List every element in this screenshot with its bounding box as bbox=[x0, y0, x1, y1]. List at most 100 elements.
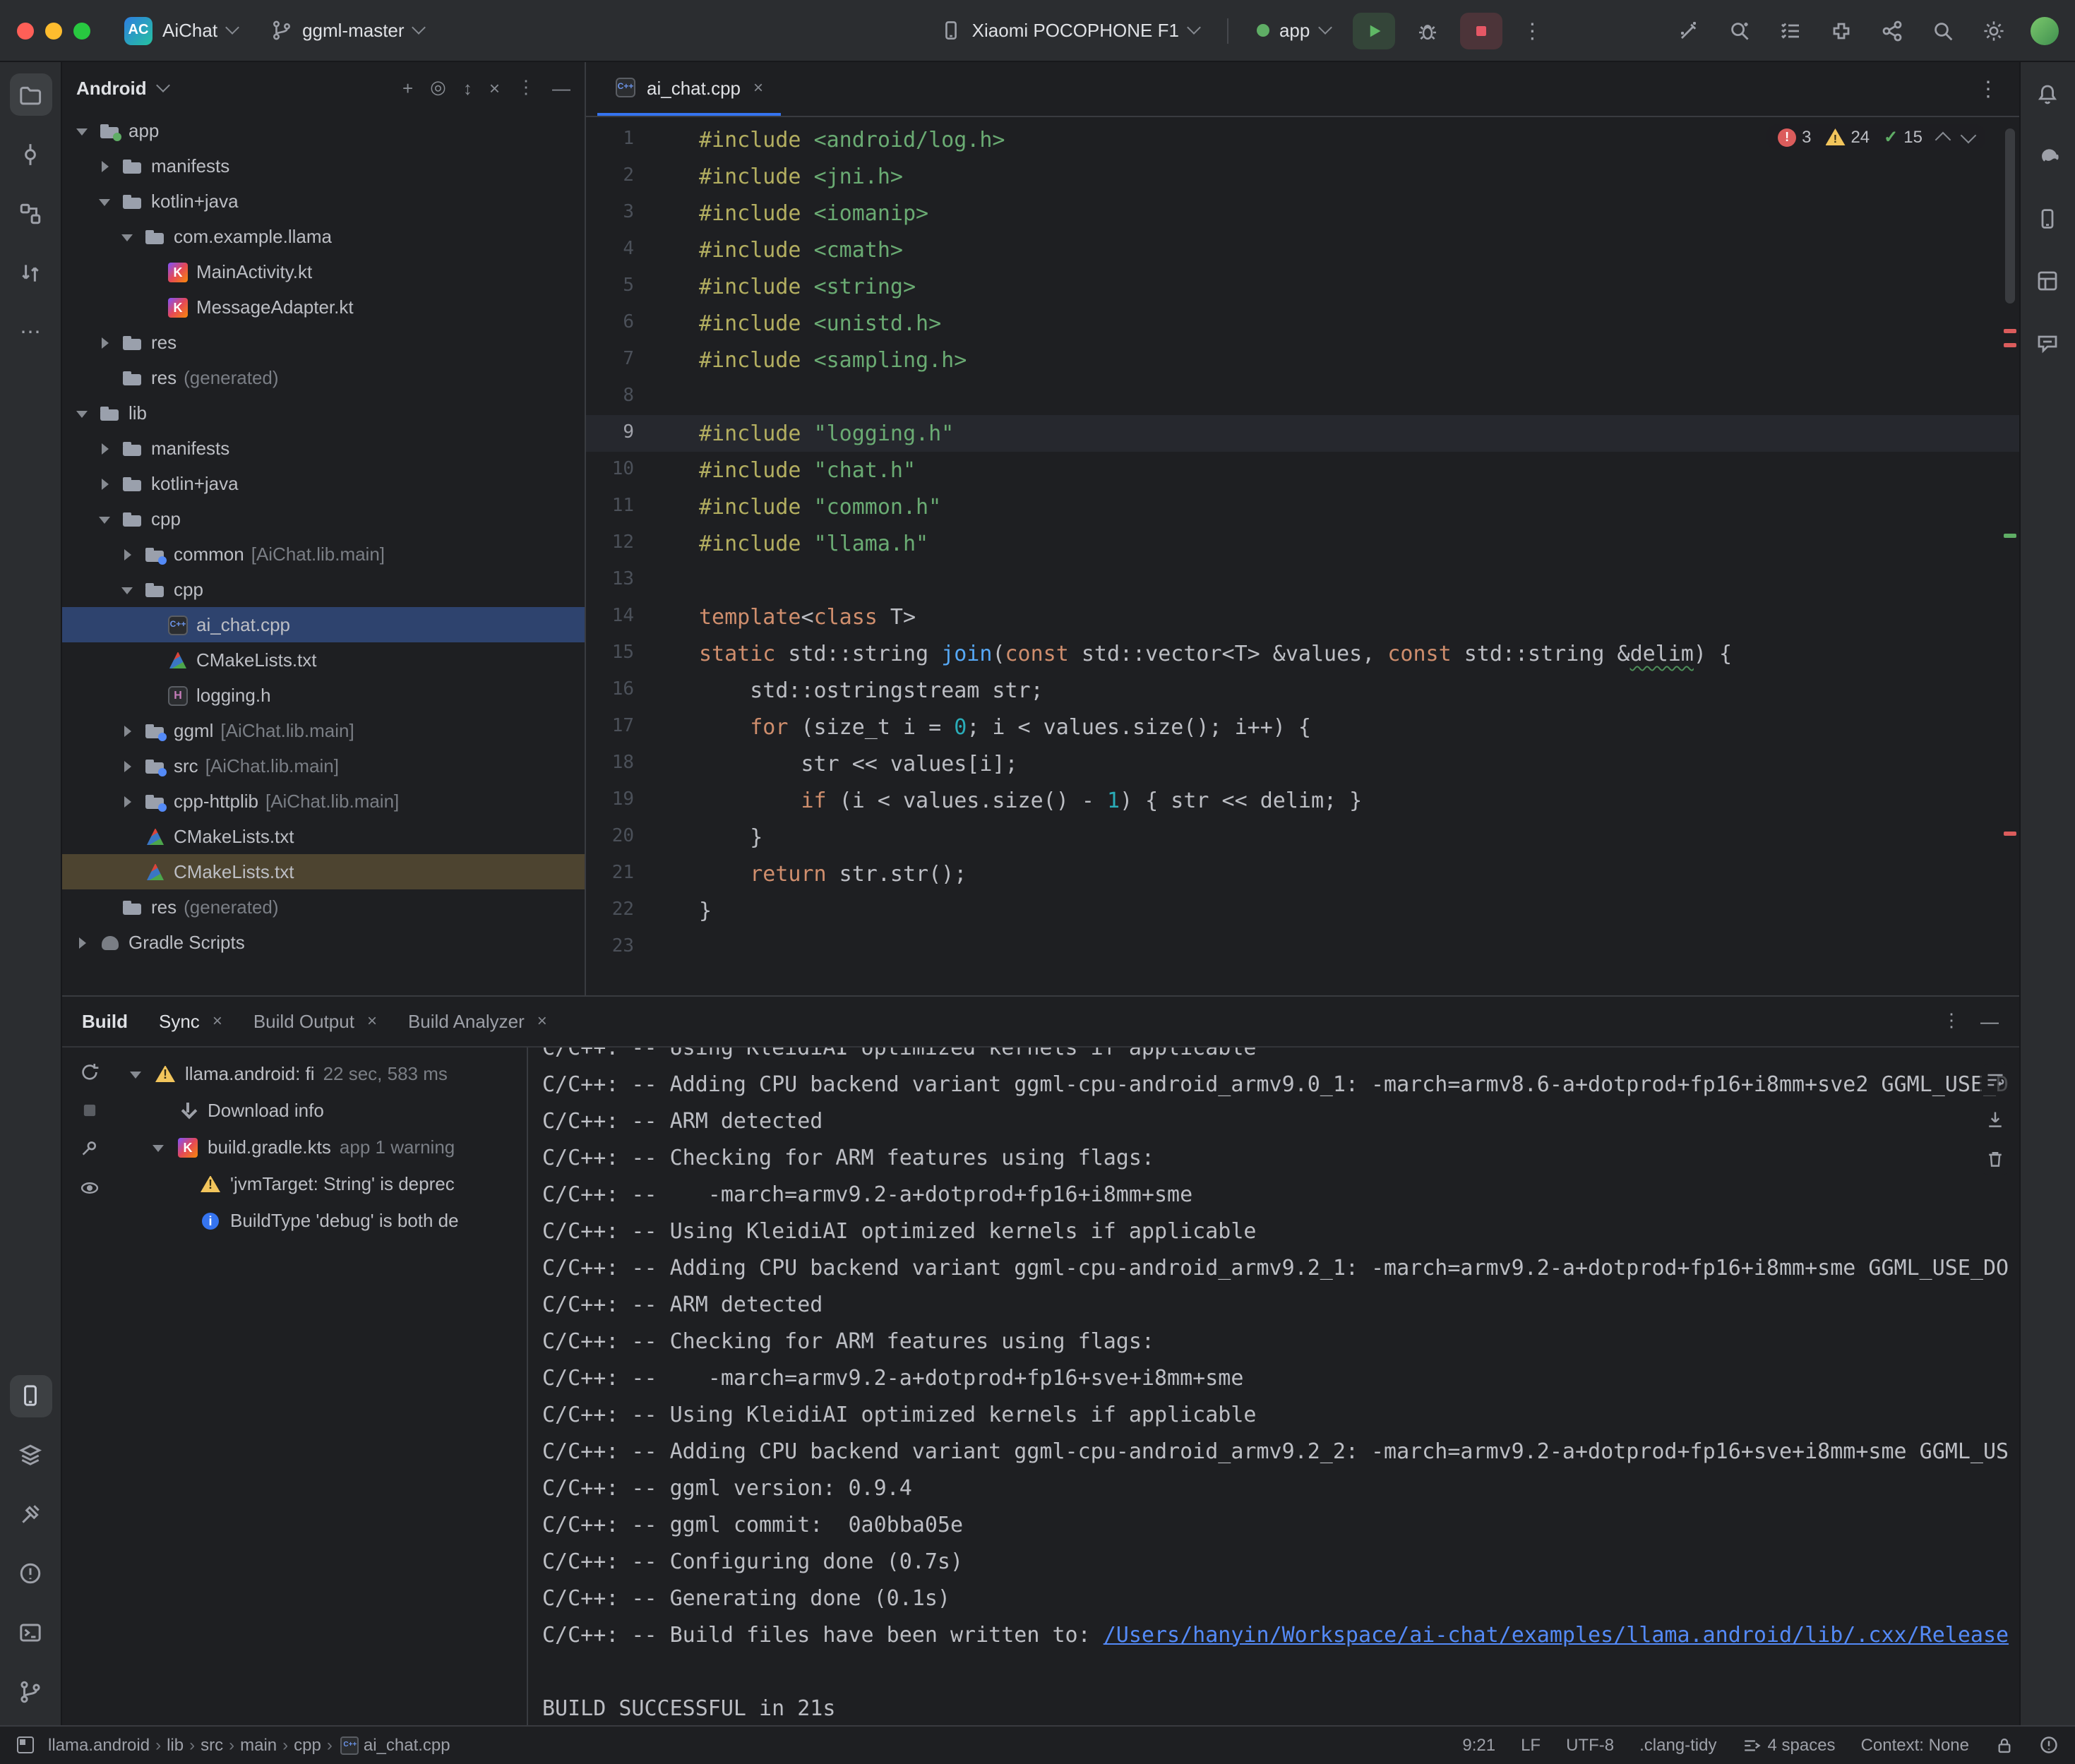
tree-row[interactable]: res(generated) bbox=[62, 889, 585, 925]
lock-icon[interactable] bbox=[1995, 1736, 2013, 1754]
close-tab-icon[interactable]: × bbox=[753, 78, 763, 97]
problems-tool-button[interactable] bbox=[9, 1552, 52, 1595]
code-line[interactable]: 12#include "llama.h" bbox=[586, 525, 2019, 562]
passed-indicator[interactable]: ✓ 15 bbox=[1884, 127, 1922, 147]
more-run-actions-icon[interactable]: ⋮ bbox=[1513, 18, 1551, 43]
project-tool-button[interactable] bbox=[9, 73, 52, 116]
locate-file-icon[interactable]: ◎ bbox=[430, 76, 446, 99]
project-view-selector[interactable]: Android bbox=[76, 77, 147, 98]
close-icon[interactable]: × bbox=[213, 1011, 222, 1031]
tree-row[interactable]: CMakeLists.txt bbox=[62, 642, 585, 678]
code-tools-icon[interactable] bbox=[1668, 12, 1708, 49]
hide-build-panel-icon[interactable]: — bbox=[1980, 1010, 1999, 1031]
code-line[interactable]: 21 return str.str(); bbox=[586, 856, 2019, 892]
build-console[interactable]: C/C++: -- Using KleidiAI optimized kerne… bbox=[528, 1047, 2019, 1724]
tree-row[interactable]: BuildType 'debug' is both de bbox=[116, 1202, 527, 1239]
code-line[interactable]: 6#include <unistd.h> bbox=[586, 305, 2019, 342]
chevron-right-icon[interactable] bbox=[116, 725, 137, 736]
soft-wrap-icon[interactable] bbox=[1985, 1069, 2004, 1089]
code-line[interactable]: 13 bbox=[586, 562, 2019, 599]
code-line[interactable]: 7#include <sampling.h> bbox=[586, 342, 2019, 378]
project-selector[interactable]: AC AiChat bbox=[113, 11, 249, 50]
code-line[interactable]: 9#include "logging.h" bbox=[586, 415, 2019, 452]
clear-console-icon[interactable] bbox=[1985, 1148, 2004, 1168]
task-list-icon[interactable] bbox=[1770, 12, 1810, 49]
chevron-right-icon[interactable] bbox=[116, 548, 137, 560]
settings-icon[interactable] bbox=[1973, 12, 2013, 49]
build-options-icon[interactable]: ⋮ bbox=[1942, 1009, 1961, 1032]
tree-row[interactable]: Download info bbox=[116, 1092, 527, 1129]
scroll-to-end-icon[interactable] bbox=[1985, 1109, 2004, 1129]
error-stripe-mark[interactable] bbox=[2003, 343, 2016, 347]
caret-position[interactable]: 9:21 bbox=[1462, 1735, 1495, 1755]
chevron-down-icon[interactable] bbox=[147, 1137, 168, 1157]
tree-row[interactable]: com.example.llama bbox=[62, 219, 585, 254]
more-tools-icon[interactable]: ⋯ bbox=[9, 311, 52, 353]
chevron-down-icon[interactable] bbox=[71, 121, 92, 140]
tree-row[interactable]: cpp-httplib[AiChat.lib.main] bbox=[62, 784, 585, 819]
code-line[interactable]: 14template<class T> bbox=[586, 599, 2019, 635]
pin-icon[interactable] bbox=[78, 1137, 100, 1158]
chevron-down-icon[interactable] bbox=[116, 580, 137, 599]
error-stripe-mark[interactable] bbox=[2003, 832, 2016, 836]
editor-scrollbar[interactable] bbox=[2004, 128, 2014, 304]
code-line[interactable]: 19 if (i < values.size() - 1) { str << d… bbox=[586, 782, 2019, 819]
ai-search-icon[interactable] bbox=[1719, 12, 1759, 49]
code-line[interactable]: 22} bbox=[586, 892, 2019, 929]
breadcrumb-item[interactable]: llama.android bbox=[48, 1735, 150, 1755]
tree-row[interactable]: CMakeLists.txt bbox=[62, 854, 585, 889]
inspections-widget[interactable]: ! 3 ! 24 ✓ 15 bbox=[1766, 124, 1985, 150]
tree-row[interactable]: logging.h bbox=[62, 678, 585, 713]
breadcrumb-item[interactable]: lib bbox=[167, 1735, 184, 1755]
add-icon[interactable]: + bbox=[402, 77, 413, 98]
user-avatar[interactable] bbox=[2030, 16, 2058, 44]
previous-problem-icon[interactable] bbox=[1935, 132, 1951, 148]
tree-row[interactable]: kotlin+java bbox=[62, 184, 585, 219]
device-selector[interactable]: Xiaomi POCOPHONE F1 bbox=[930, 14, 1210, 47]
tree-row[interactable]: MessageAdapter.kt bbox=[62, 289, 585, 325]
chevron-right-icon[interactable] bbox=[93, 160, 114, 172]
zoom-window-button[interactable] bbox=[73, 22, 90, 39]
errors-indicator[interactable]: ! 3 bbox=[1778, 127, 1811, 147]
share-icon[interactable] bbox=[1872, 12, 1911, 49]
commit-tool-button[interactable] bbox=[9, 133, 52, 175]
hide-panel-icon[interactable]: — bbox=[552, 77, 570, 98]
branch-selector[interactable]: ggml-master bbox=[260, 14, 436, 47]
gradle-tool-button[interactable] bbox=[2026, 136, 2069, 178]
chevron-down-icon[interactable] bbox=[116, 227, 137, 246]
minimize-window-button[interactable] bbox=[45, 22, 62, 39]
structure-tool-button[interactable] bbox=[9, 192, 52, 234]
plugins-icon[interactable] bbox=[1821, 12, 1860, 49]
stop-button[interactable] bbox=[1459, 12, 1502, 49]
build-tab-sync[interactable]: Sync× bbox=[159, 1010, 222, 1031]
debug-button[interactable] bbox=[1406, 12, 1448, 49]
code-line[interactable]: 17 for (size_t i = 0; i < values.size();… bbox=[586, 709, 2019, 745]
tree-row[interactable]: 'jvmTarget: String' is deprec bbox=[116, 1165, 527, 1202]
refresh-icon[interactable] bbox=[78, 1061, 100, 1082]
code-line[interactable]: 18 str << values[i]; bbox=[586, 745, 2019, 782]
chevron-right-icon[interactable] bbox=[71, 937, 92, 948]
line-separator[interactable]: LF bbox=[1521, 1735, 1541, 1755]
notifications-bell-icon[interactable] bbox=[2026, 73, 2069, 116]
code-line[interactable]: 11#include "common.h" bbox=[586, 488, 2019, 525]
indent-status[interactable]: 4 spaces bbox=[1742, 1735, 1836, 1755]
tree-row[interactable]: app bbox=[62, 113, 585, 148]
eye-icon[interactable] bbox=[78, 1177, 100, 1198]
tree-row[interactable]: ai_chat.cpp bbox=[62, 607, 585, 642]
tree-row[interactable]: build.gradle.ktsapp 1 warning bbox=[116, 1129, 527, 1165]
error-stripe-mark[interactable] bbox=[2003, 329, 2016, 333]
search-icon[interactable] bbox=[1922, 12, 1962, 49]
code-line[interactable]: 4#include <cmath> bbox=[586, 232, 2019, 268]
tree-row[interactable]: Gradle Scripts bbox=[62, 925, 585, 960]
tree-row[interactable]: lib bbox=[62, 395, 585, 431]
next-problem-icon[interactable] bbox=[1960, 128, 1976, 144]
chevron-right-icon[interactable] bbox=[93, 478, 114, 489]
tab-options-icon[interactable]: ⋮ bbox=[1969, 76, 2007, 102]
chevron-right-icon[interactable] bbox=[116, 760, 137, 772]
code-line[interactable]: 16 std::ostringstream str; bbox=[586, 672, 2019, 709]
run-button[interactable] bbox=[1352, 12, 1394, 49]
tree-row[interactable]: ggml[AiChat.lib.main] bbox=[62, 713, 585, 748]
code-line[interactable]: 5#include <string> bbox=[586, 268, 2019, 305]
breadcrumb-item[interactable]: main bbox=[240, 1735, 277, 1755]
build-tab-build-analyzer[interactable]: Build Analyzer× bbox=[408, 1010, 547, 1031]
